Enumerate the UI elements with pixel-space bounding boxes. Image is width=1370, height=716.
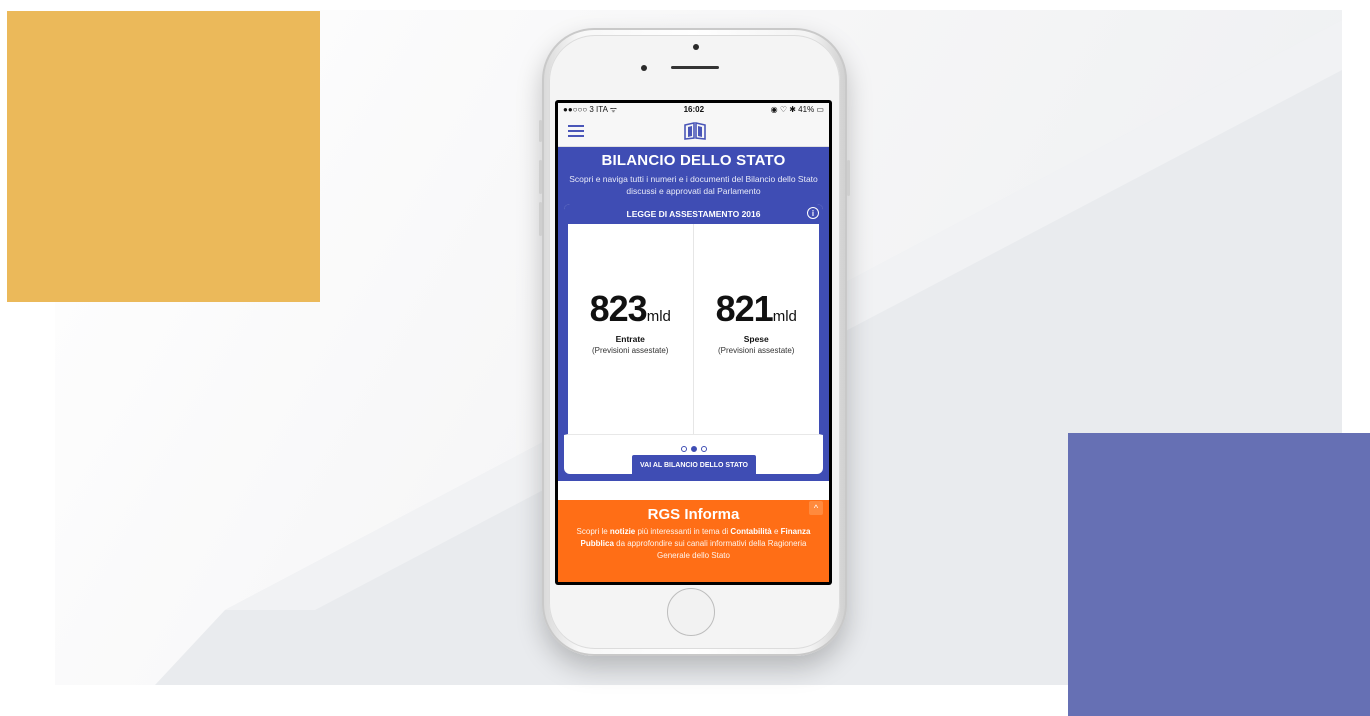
stat-note: (Previsioni assestate) bbox=[592, 346, 669, 355]
rgs-description: Scopri le notizie più interessanti in te… bbox=[564, 526, 823, 562]
stat-spese: 821mld Spese (Previsioni assestate) bbox=[694, 224, 820, 434]
rgs-link-notizie[interactable]: notizie bbox=[610, 527, 635, 536]
app-viewport: ●●○○○ 3 ITA ᯤ 16:02 ◉ ♡ ✱ 41% ▭ BILANCIO… bbox=[558, 103, 829, 582]
vai-al-bilancio-button[interactable]: VAI AL BILANCIO DELLO STATO bbox=[632, 455, 756, 474]
stat-number: 823 bbox=[589, 288, 648, 329]
card-heading: LEGGE DI ASSESTAMENTO 2016 i bbox=[564, 204, 823, 224]
phone-mute-switch bbox=[539, 120, 542, 142]
status-right-icons: ◉ ♡ ✱ 41% ▭ bbox=[770, 105, 824, 114]
rgs-informa-section: ^ RGS Informa Scopri le notizie più inte… bbox=[558, 500, 829, 582]
bilancio-section: BILANCIO DELLO STATO Scopri e naviga tut… bbox=[558, 147, 829, 481]
earpiece-speaker bbox=[671, 66, 719, 69]
stat-entrate: 823mld Entrate (Previsioni assestate) bbox=[568, 224, 694, 434]
phone-screen: ●●○○○ 3 ITA ᯤ 16:02 ◉ ♡ ✱ 41% ▭ BILANCIO… bbox=[555, 100, 832, 585]
carousel-dot-3[interactable] bbox=[700, 446, 707, 452]
book-logo-icon[interactable] bbox=[683, 122, 707, 140]
carousel-dot-1[interactable] bbox=[680, 446, 687, 452]
app-header bbox=[558, 116, 829, 147]
decorative-yellow-square bbox=[7, 11, 320, 302]
home-button[interactable] bbox=[667, 588, 715, 636]
stat-unit: mld bbox=[772, 308, 797, 325]
stat-label: Spese bbox=[743, 334, 769, 344]
budget-card: LEGGE DI ASSESTAMENTO 2016 i 823mld Entr… bbox=[564, 204, 823, 474]
stat-note: (Previsioni assestate) bbox=[718, 346, 795, 355]
stat-value: 823mld bbox=[568, 288, 693, 330]
rgs-title: RGS Informa bbox=[647, 506, 740, 523]
status-bar: ●●○○○ 3 ITA ᯤ 16:02 ◉ ♡ ✱ 41% ▭ bbox=[558, 103, 829, 116]
phone-volume-up bbox=[539, 160, 542, 194]
info-icon[interactable]: i bbox=[807, 207, 819, 219]
phone-volume-down bbox=[539, 202, 542, 236]
carrier-signal: ●●○○○ 3 ITA ᯤ bbox=[563, 105, 617, 114]
card-heading-text: LEGGE DI ASSESTAMENTO 2016 bbox=[626, 209, 761, 219]
stat-value: 821mld bbox=[694, 288, 820, 330]
phone-power-button bbox=[847, 160, 850, 196]
stat-label: Entrate bbox=[615, 334, 645, 344]
status-time: 16:02 bbox=[683, 105, 705, 114]
proximity-sensor bbox=[641, 65, 647, 71]
stats-carousel[interactable]: 823mld Entrate (Previsioni assestate) 82… bbox=[564, 224, 823, 435]
rgs-text-part: da approfondire sui canali informativi d… bbox=[613, 539, 807, 560]
stat-unit: mld bbox=[646, 308, 671, 325]
rgs-text-part: e bbox=[771, 527, 781, 536]
rgs-text-part: più interessanti in tema di bbox=[635, 527, 731, 536]
hamburger-icon[interactable] bbox=[568, 125, 584, 137]
rgs-link-contabilita[interactable]: Contabilità bbox=[730, 527, 771, 536]
section-title: BILANCIO DELLO STATO bbox=[601, 152, 786, 169]
stat-number: 821 bbox=[715, 288, 774, 329]
rgs-text-part: Scopri le bbox=[576, 527, 610, 536]
decorative-blue-square bbox=[1068, 433, 1370, 716]
section-subtitle: Scopri e naviga tutti i numeri e i docum… bbox=[569, 174, 818, 196]
collapse-toggle[interactable]: ^ bbox=[809, 501, 823, 515]
front-camera bbox=[693, 44, 699, 50]
carousel-dot-2[interactable] bbox=[690, 446, 697, 452]
